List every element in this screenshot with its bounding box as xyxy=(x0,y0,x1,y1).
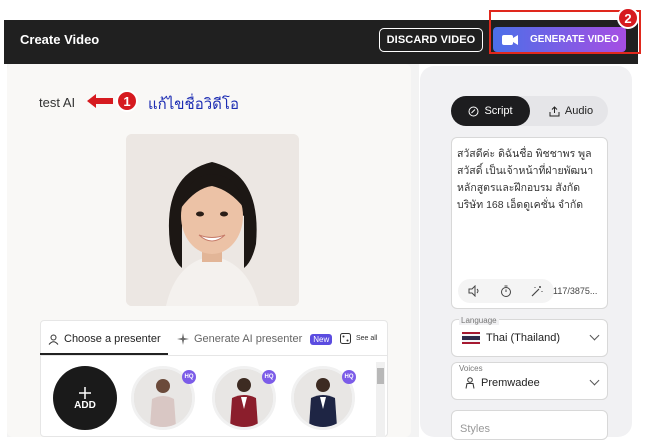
language-value-wrap: Thai (Thailand) xyxy=(462,332,560,344)
annotation-step-1-badge: 1 xyxy=(116,90,138,112)
tab-divider xyxy=(40,355,388,356)
sparkle-icon xyxy=(177,333,189,345)
styles-label: Styles xyxy=(460,423,490,435)
see-all-link[interactable]: See all xyxy=(340,333,377,344)
video-name-title[interactable]: test AI xyxy=(39,95,75,110)
tab-generate-ai-presenter-label: Generate AI presenter xyxy=(194,333,303,345)
timer-icon[interactable] xyxy=(500,285,512,297)
person-icon xyxy=(465,377,475,389)
upload-icon xyxy=(549,105,560,116)
speaker-icon[interactable] xyxy=(468,285,480,297)
voices-value: Premwadee xyxy=(481,377,540,389)
tab-choose-presenter-label: Choose a presenter xyxy=(64,333,161,345)
tab-audio[interactable]: Audio xyxy=(534,96,608,126)
tab-generate-ai-presenter[interactable]: Generate AI presenter New xyxy=(177,333,333,345)
tab-script-label: Script xyxy=(484,105,513,117)
script-icon xyxy=(468,106,479,116)
presenter-avatar-image xyxy=(126,134,299,306)
character-count: 117/3875... xyxy=(553,286,598,296)
hq-badge: HQ xyxy=(342,370,356,384)
tab-script[interactable]: Script xyxy=(451,96,530,126)
language-label: Language xyxy=(459,316,499,325)
new-badge: New xyxy=(310,333,333,345)
language-value: Thai (Thailand) xyxy=(486,332,560,344)
magic-wand-icon[interactable] xyxy=(531,285,543,297)
presenter-scrollbar-thumb[interactable] xyxy=(377,368,384,384)
voices-value-wrap: Premwadee xyxy=(465,377,540,389)
plus-icon xyxy=(79,386,91,399)
thai-flag-icon xyxy=(462,332,480,344)
hq-badge: HQ xyxy=(182,370,196,384)
annotation-edit-video-name-text: แก้ไขชื่อวิดีโอ xyxy=(148,96,239,113)
annotation-step-2-badge: 2 xyxy=(617,7,639,29)
script-text[interactable]: สวัสดีค่ะ ดิฉันชื่อ พิชชาพร พูล สวัสดิ์ … xyxy=(457,146,605,214)
add-presenter-button[interactable]: ADD xyxy=(53,366,117,430)
discard-video-button[interactable]: DISCARD VIDEO xyxy=(379,28,483,52)
arrow-left-icon xyxy=(87,94,113,108)
voices-label: Voices xyxy=(459,364,483,373)
user-icon xyxy=(48,334,59,345)
see-all-label: See all xyxy=(356,335,378,342)
add-presenter-label: ADD xyxy=(74,399,96,411)
tab-choose-presenter[interactable]: Choose a presenter xyxy=(48,333,161,345)
dice-icon xyxy=(340,333,351,344)
tab-audio-label: Audio xyxy=(564,105,594,117)
page-title: Create Video xyxy=(20,32,100,47)
hq-badge: HQ xyxy=(262,370,276,384)
